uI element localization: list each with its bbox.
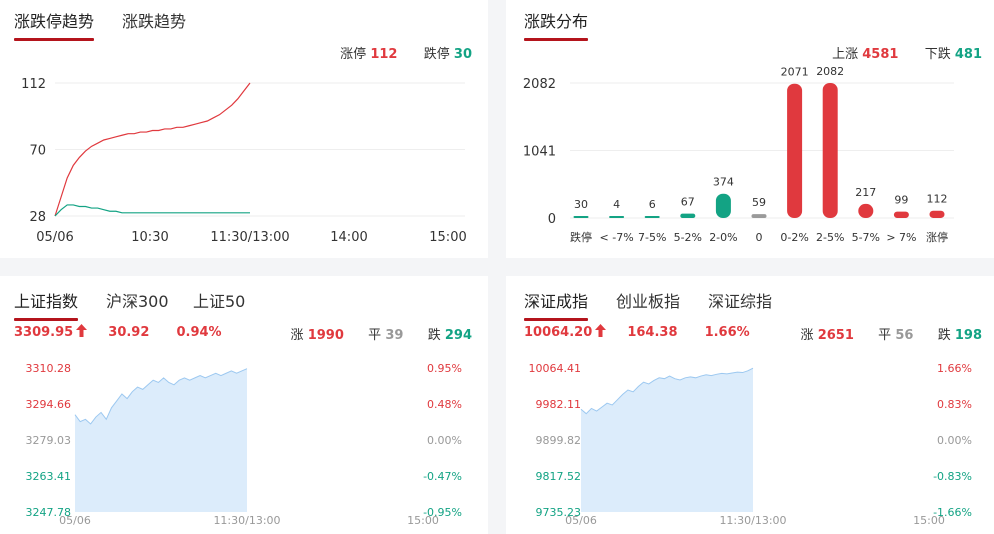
- y-right-tick-label: 0.83%: [937, 398, 972, 411]
- x-tick-label: 0-2%: [780, 231, 808, 244]
- y-right-tick-label: 0.95%: [427, 362, 462, 375]
- x-tick-label: 跌停: [570, 230, 592, 244]
- y-tick-label: 28: [29, 210, 46, 225]
- x-tick-label: 10:30: [131, 230, 168, 245]
- y-tick-label: 70: [29, 144, 46, 159]
- bar: [644, 216, 660, 218]
- y-tick-label: 1041: [523, 145, 556, 160]
- distribution-panel: 涨跌分布 上涨 4581 下跌 481 2082 1041 0 30 跌停 4 < -7% 6…: [506, 0, 994, 258]
- y-left-tick-label: 9817.52: [536, 470, 582, 483]
- y-tick-label: 0: [548, 212, 556, 227]
- bar: [609, 216, 625, 218]
- y-right-tick-label: 1.66%: [937, 362, 972, 375]
- y-tick-label: 2082: [523, 77, 556, 92]
- x-tick-label: 05/06: [565, 514, 597, 527]
- bar: [715, 193, 731, 218]
- area-fill: [75, 368, 247, 512]
- bar-value-label: 374: [713, 176, 734, 189]
- limit-trend-panel: 涨跌停趋势 涨跌趋势 涨停 112 跌停 30 112 70 28 05/06 10:3…: [0, 0, 488, 258]
- y-left-tick-label: 9899.82: [536, 434, 582, 447]
- x-tick-label: 涨停: [926, 230, 948, 244]
- x-tick-label: 7-5%: [638, 231, 666, 244]
- y-right-tick-label: -0.83%: [933, 470, 972, 483]
- x-tick-label: 11:30/13:00: [213, 514, 280, 527]
- x-tick-label: 2-5%: [816, 231, 844, 244]
- y-left-tick-label: 3294.66: [26, 398, 72, 411]
- bar-value-label: 2082: [816, 65, 844, 78]
- bar-value-label: 99: [894, 194, 908, 207]
- x-tick-label: 15:00: [913, 514, 945, 527]
- y-right-tick-label: -0.47%: [423, 470, 462, 483]
- distribution-chart: 2082 1041 0 30 跌停 4 < -7% 6 7-5% 67 5-2% 374 2-0% 59 0…: [523, 65, 954, 244]
- x-tick-label: 15:00: [429, 230, 466, 245]
- bar: [858, 203, 874, 218]
- bar-value-label: 67: [681, 196, 695, 209]
- y-left-tick-label: 3263.41: [26, 470, 72, 483]
- y-tick-label: 112: [21, 77, 46, 92]
- sz-index-chart: 10064.41 1.66% 9982.11 0.83% 9899.82 0.00% 981…: [529, 362, 973, 527]
- sz-index-panel: 深证成指 创业板指 深证综指 10064.20 164.38 1.66% 涨 2…: [506, 276, 994, 534]
- y-left-tick-label: 3310.28: [26, 362, 72, 375]
- series-line-1: [54, 204, 250, 217]
- x-tick-label: 05/06: [36, 230, 73, 245]
- y-left-tick-label: 9982.11: [536, 398, 582, 411]
- x-tick-label: 14:00: [330, 230, 367, 245]
- x-tick-label: 05/06: [59, 514, 91, 527]
- bar-value-label: 217: [855, 186, 876, 199]
- y-left-tick-label: 3279.03: [26, 434, 72, 447]
- bar: [929, 210, 945, 218]
- y-right-tick-label: 0.00%: [427, 434, 462, 447]
- x-tick-label: < -7%: [600, 231, 634, 244]
- y-right-tick-label: 0.00%: [937, 434, 972, 447]
- x-tick-label: 11:30/13:00: [719, 514, 786, 527]
- bar-value-label: 4: [613, 198, 620, 211]
- x-tick-label: 2-0%: [709, 231, 737, 244]
- bar-value-label: 112: [927, 193, 948, 206]
- bar: [787, 83, 803, 218]
- x-tick-label: 11:30/13:00: [210, 230, 289, 245]
- bar: [680, 213, 696, 218]
- area-fill: [581, 368, 753, 512]
- bar-value-label: 59: [752, 196, 766, 209]
- bar-value-label: 2071: [781, 66, 809, 79]
- y-left-tick-label: 10064.41: [529, 362, 582, 375]
- sh-index-chart: 3310.28 0.95% 3294.66 0.48% 3279.03 0.00% 3263…: [26, 362, 463, 527]
- sh-index-panel: 上证指数 沪深300 上证50 3309.95 30.92 0.94% 涨 19…: [0, 276, 488, 534]
- bar: [822, 83, 838, 218]
- x-tick-label: 0: [756, 231, 763, 244]
- bar-value-label: 6: [649, 198, 656, 211]
- y-right-tick-label: 0.48%: [427, 398, 462, 411]
- x-tick-label: > 7%: [886, 231, 916, 244]
- x-tick-label: 5-7%: [852, 231, 880, 244]
- limit-trend-chart: 112 70 28 05/06 10:30 11:30/13:00 14:00 15:00: [21, 77, 467, 245]
- bar: [573, 216, 589, 218]
- bar: [751, 214, 767, 218]
- x-tick-label: 15:00: [407, 514, 439, 527]
- x-tick-label: 5-2%: [674, 231, 702, 244]
- bar-value-label: 30: [574, 198, 588, 211]
- bar: [893, 211, 909, 218]
